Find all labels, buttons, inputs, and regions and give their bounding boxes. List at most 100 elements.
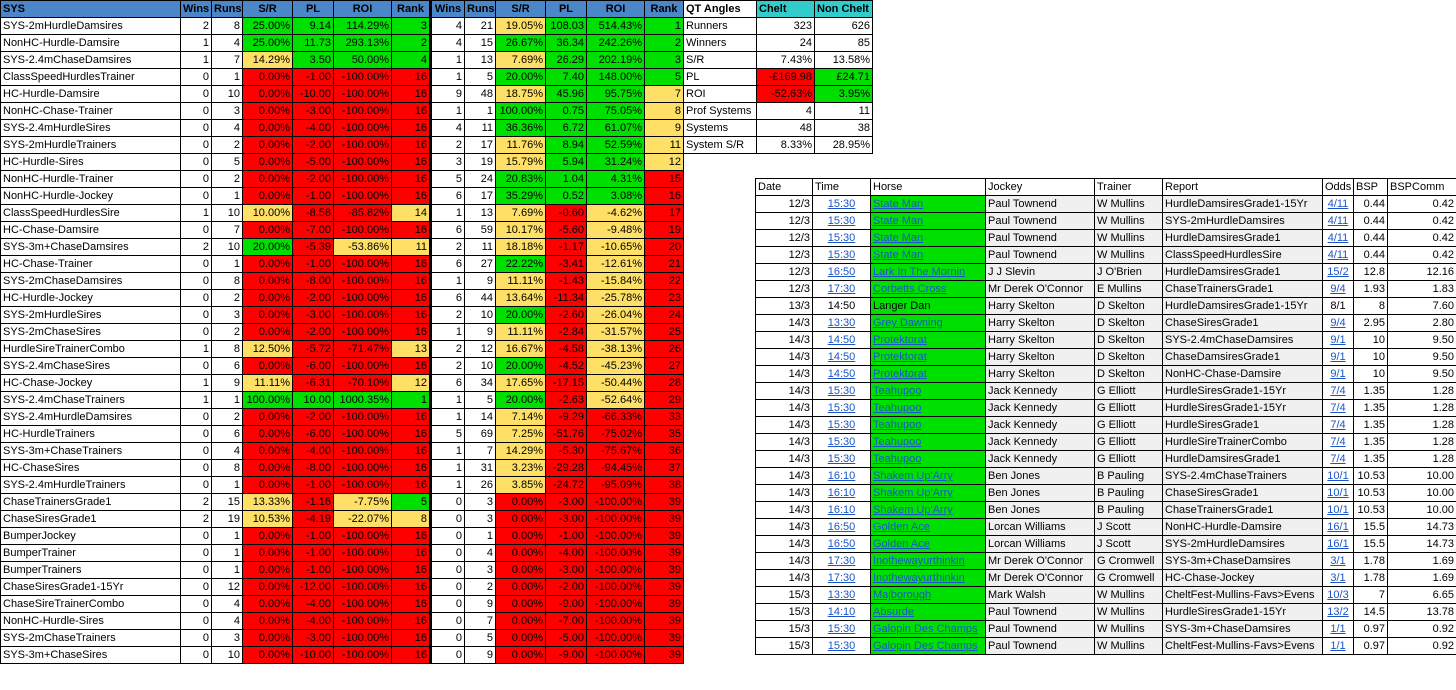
column-header[interactable]: ROI: [586, 0, 645, 18]
system-value[interactable]: 0.00%: [495, 629, 546, 647]
system-value[interactable]: 13.64%: [495, 289, 546, 307]
system-value[interactable]: 2: [180, 493, 212, 511]
system-name[interactable]: SYS-3m+ChaseDamsires: [0, 238, 181, 256]
race-column-header[interactable]: Trainer: [1094, 178, 1163, 196]
system-value[interactable]: -9.29: [545, 408, 587, 426]
race-time-link[interactable]: 15:30: [812, 620, 871, 638]
system-value[interactable]: 4.31%: [586, 170, 645, 188]
system-value[interactable]: 8: [391, 510, 431, 528]
system-name[interactable]: NonHC-Hurdle-Damsire: [0, 34, 181, 52]
system-value[interactable]: -31.57%: [586, 323, 645, 341]
system-value[interactable]: 12: [391, 374, 431, 392]
system-value[interactable]: 25: [644, 323, 684, 341]
system-value[interactable]: 2: [644, 34, 684, 52]
system-value[interactable]: -100.00%: [333, 272, 392, 290]
odds-link[interactable]: 9/1: [1322, 348, 1354, 366]
system-name[interactable]: ClassSpeedHurdlesTrainer: [0, 68, 181, 86]
system-value[interactable]: 16: [391, 612, 431, 630]
system-name[interactable]: SYS-2mChaseDamsires: [0, 272, 181, 290]
system-value[interactable]: 14: [464, 408, 496, 426]
system-value[interactable]: 7: [211, 51, 243, 69]
system-value[interactable]: 28: [644, 374, 684, 392]
system-value[interactable]: 16: [391, 425, 431, 443]
system-value[interactable]: 0: [180, 459, 212, 477]
system-value[interactable]: 17: [464, 187, 496, 205]
system-value[interactable]: 23: [644, 289, 684, 307]
system-value[interactable]: -100.00%: [586, 561, 645, 579]
qt-label[interactable]: ROI: [683, 85, 757, 103]
system-name[interactable]: ChaseSiresGrade1: [0, 510, 181, 528]
system-value[interactable]: -1.00: [545, 527, 587, 545]
race-column-header[interactable]: Date: [755, 178, 813, 196]
race-time-link[interactable]: 15:30: [812, 416, 871, 434]
system-value[interactable]: 100.00%: [242, 391, 293, 409]
race-column-header[interactable]: Jockey: [985, 178, 1095, 196]
race-time-link[interactable]: 14:50: [812, 331, 871, 349]
system-value[interactable]: 27: [464, 255, 496, 273]
qt-value[interactable]: 4: [756, 102, 815, 120]
system-value[interactable]: 0: [180, 595, 212, 613]
system-value[interactable]: 1: [180, 34, 212, 52]
system-name[interactable]: SYS-2mHurdleDamsires: [0, 17, 181, 35]
system-value[interactable]: 0.00%: [495, 595, 546, 613]
system-value[interactable]: -100.00%: [333, 119, 392, 137]
system-value[interactable]: -5.72: [292, 340, 334, 358]
system-value[interactable]: 10: [211, 85, 243, 103]
qt-label[interactable]: Winners: [683, 34, 757, 52]
system-name[interactable]: BumperJockey: [0, 527, 181, 545]
system-name[interactable]: SYS-2.4mChaseTrainers: [0, 391, 181, 409]
race-time-link[interactable]: 15:30: [812, 229, 871, 247]
system-value[interactable]: 15: [644, 170, 684, 188]
system-value[interactable]: -1.00: [292, 476, 334, 494]
system-value[interactable]: 0: [180, 646, 212, 664]
system-name[interactable]: SYS-2.4mHurdleSires: [0, 119, 181, 137]
system-value[interactable]: 10.00%: [242, 204, 293, 222]
system-value[interactable]: 0.00%: [242, 68, 293, 86]
system-value[interactable]: 10.17%: [495, 221, 546, 239]
system-value[interactable]: -1.00: [292, 527, 334, 545]
system-value[interactable]: 14.29%: [242, 51, 293, 69]
odds-link[interactable]: 3/1: [1322, 569, 1354, 587]
system-value[interactable]: 15: [464, 34, 496, 52]
system-value[interactable]: -8.00: [292, 272, 334, 290]
system-value[interactable]: -3.00: [545, 493, 587, 511]
system-value[interactable]: 5: [429, 170, 465, 188]
system-value[interactable]: 514.43%: [586, 17, 645, 35]
horse-link[interactable]: Inothewayurthinkin: [870, 552, 986, 570]
system-name[interactable]: NonHC-Hurdle-Jockey: [0, 187, 181, 205]
system-value[interactable]: 16: [391, 119, 431, 137]
system-name[interactable]: HC-ChaseSires: [0, 459, 181, 477]
system-value[interactable]: 1: [211, 527, 243, 545]
system-name[interactable]: SYS-2mHurdleSires: [0, 306, 181, 324]
system-value[interactable]: -45.23%: [586, 357, 645, 375]
system-value[interactable]: -7.00: [545, 612, 587, 630]
system-value[interactable]: 1: [429, 272, 465, 290]
qt-header[interactable]: Chelt: [756, 0, 815, 18]
column-header[interactable]: PL: [545, 0, 587, 18]
system-value[interactable]: 9: [644, 119, 684, 137]
system-value[interactable]: 0: [180, 408, 212, 426]
system-value[interactable]: 1: [429, 442, 465, 460]
system-value[interactable]: 16: [391, 255, 431, 273]
system-value[interactable]: -1.00: [292, 187, 334, 205]
system-value[interactable]: -66.33%: [586, 408, 645, 426]
race-time-link[interactable]: 13:30: [812, 586, 871, 604]
system-value[interactable]: 26: [644, 340, 684, 358]
system-name[interactable]: ClassSpeedHurdlesSire: [0, 204, 181, 222]
qt-value[interactable]: -£169.98: [756, 68, 815, 86]
system-value[interactable]: -100.00%: [586, 595, 645, 613]
qt-label[interactable]: S/R: [683, 51, 757, 69]
race-time-link[interactable]: 16:50: [812, 518, 871, 536]
system-value[interactable]: 293.13%: [333, 34, 392, 52]
system-value[interactable]: 6: [429, 221, 465, 239]
system-name[interactable]: SYS-2mChaseSires: [0, 323, 181, 341]
system-value[interactable]: 4: [211, 34, 243, 52]
system-value[interactable]: 3: [464, 493, 496, 511]
system-value[interactable]: 0.52: [545, 187, 587, 205]
system-value[interactable]: 0.00%: [242, 306, 293, 324]
system-value[interactable]: 39: [644, 561, 684, 579]
odds-link[interactable]: 4/11: [1322, 212, 1354, 230]
system-value[interactable]: 5: [464, 391, 496, 409]
system-value[interactable]: 48: [464, 85, 496, 103]
system-value[interactable]: -10.65%: [586, 238, 645, 256]
